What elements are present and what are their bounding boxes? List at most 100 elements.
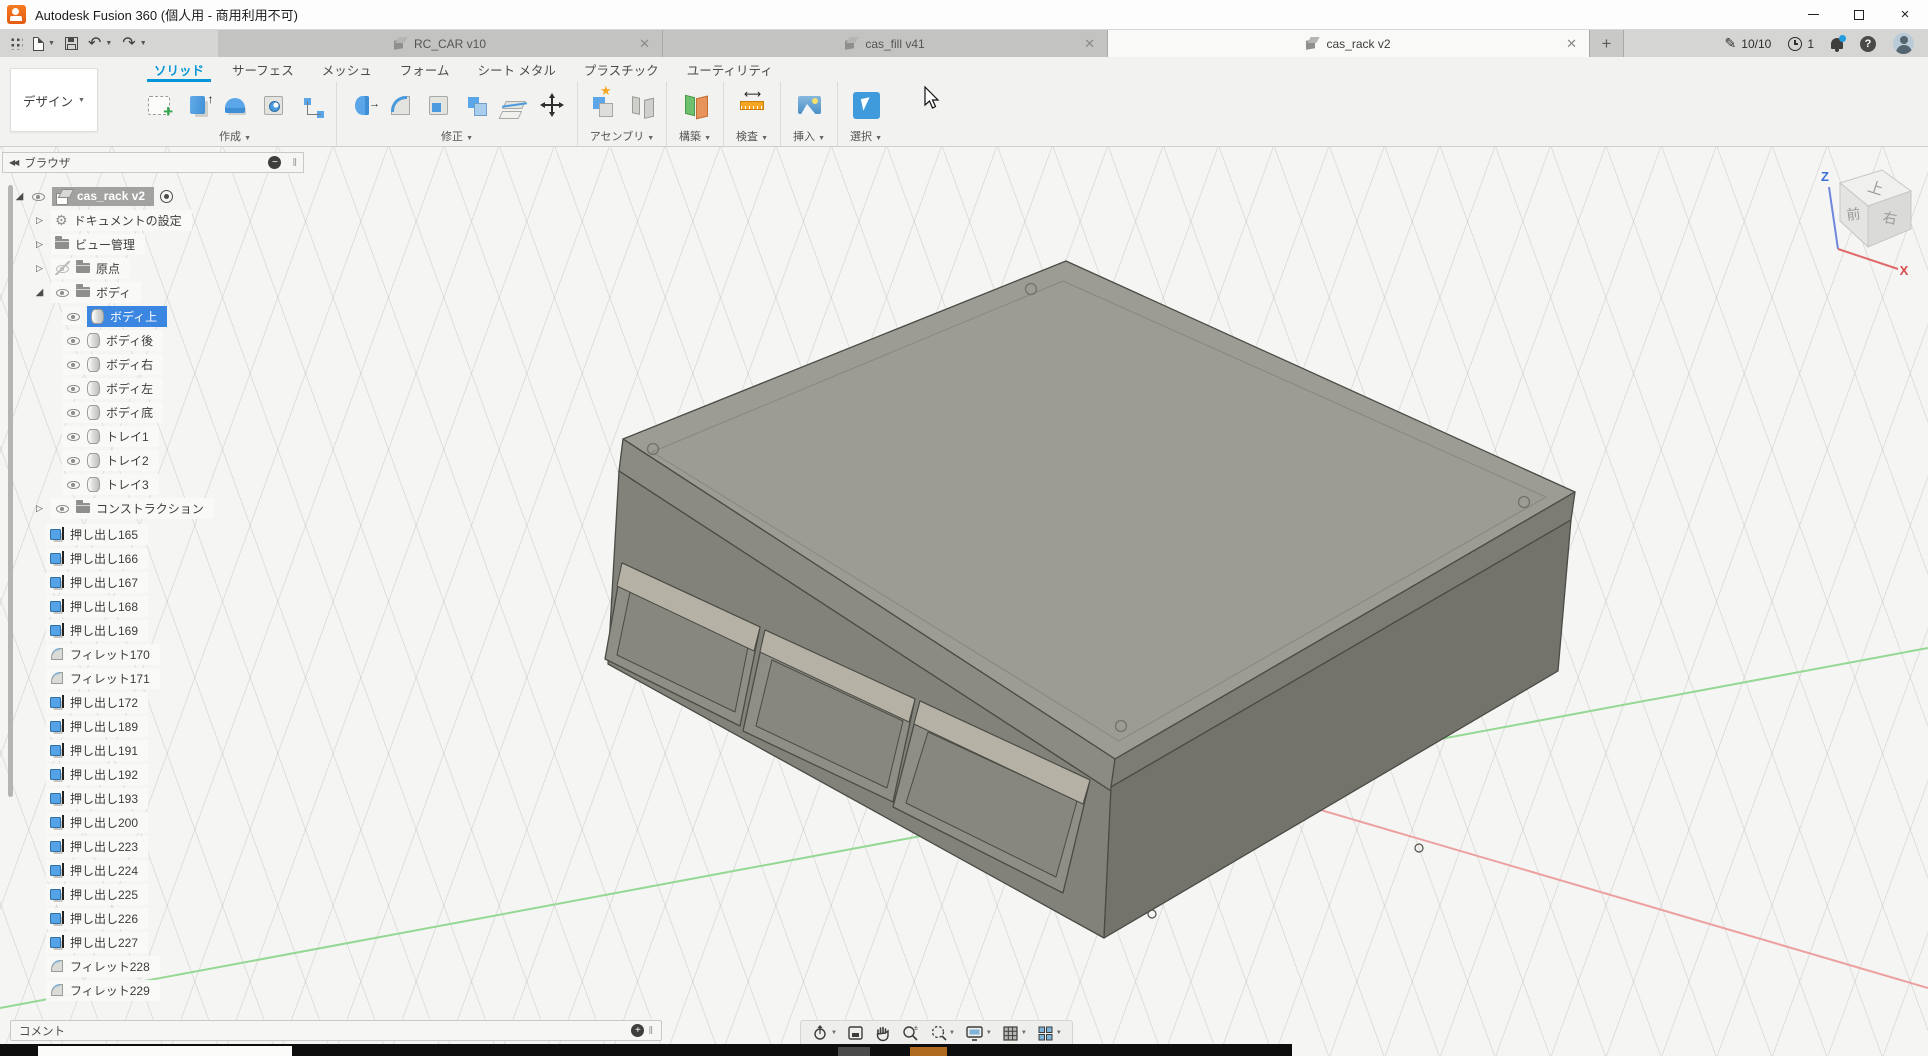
tree-named-views[interactable]: ▷ ビュー管理 (34, 233, 145, 255)
grid-snap-button[interactable]: ▼ (999, 1025, 1030, 1042)
tree-origin[interactable]: ▷ 原点 (34, 257, 130, 279)
panel-grip-handle[interactable]: ‖ (292, 157, 297, 169)
edits-counter[interactable]: ✎ 10/10 (1725, 35, 1772, 52)
undo-icon[interactable]: ↶ (88, 36, 101, 52)
redo-icon[interactable]: ↷ (122, 36, 135, 52)
tab-sheetmetal[interactable]: シート メタル (463, 57, 569, 82)
close-button[interactable]: × (1882, 0, 1928, 29)
browser-scrollbar[interactable] (8, 185, 13, 797)
feature-extrude-191[interactable]: 押し出し191 (46, 739, 148, 761)
expand-icon[interactable]: ▷ (34, 263, 45, 274)
feature-extrude-224[interactable]: 押し出し224 (46, 859, 148, 881)
zoom-window-button[interactable]: ▼ (926, 1024, 958, 1042)
select-button[interactable] (844, 84, 888, 126)
move-button[interactable] (533, 84, 571, 126)
tree-tray-1[interactable]: トレイ1 (62, 425, 159, 447)
new-component-button[interactable] (584, 84, 622, 126)
feature-fillet-228[interactable]: フィレット228 (46, 955, 160, 977)
expand-icon[interactable]: ▷ (34, 503, 45, 514)
tab-mesh[interactable]: メッシュ (308, 57, 386, 82)
select-menu[interactable]: 選択 ▼ (844, 128, 888, 145)
combine-button[interactable] (457, 84, 495, 126)
doc-tab-cas-rack[interactable]: cas_rack v2 ✕ (1108, 30, 1590, 57)
expand-icon[interactable]: ◢ (34, 287, 45, 298)
create-menu[interactable]: 作成 ▼ (140, 128, 330, 145)
inspect-menu[interactable]: 検査 ▼ (730, 128, 774, 145)
browser-panel-header[interactable]: ◀◀ ブラウザ − ‖ (2, 152, 304, 173)
feature-extrude-166[interactable]: 押し出し166 (46, 547, 148, 569)
visibility-eye-off-icon[interactable] (55, 261, 70, 275)
panel-grip-handle[interactable]: ‖ (648, 1025, 653, 1037)
visibility-eye-icon[interactable] (31, 189, 46, 203)
insert-canvas-button[interactable] (787, 84, 831, 126)
notifications-icon[interactable] (1831, 38, 1843, 49)
user-avatar[interactable] (1893, 33, 1914, 54)
tree-root-cas-rack[interactable]: ◢ cas_rack v2 (14, 185, 173, 207)
viewcube[interactable]: 上 前 右 Z X (1798, 157, 1928, 277)
feature-extrude-168[interactable]: 押し出し168 (46, 595, 148, 617)
collapse-panel-icon[interactable]: ◀◀ (9, 158, 17, 167)
tab-form[interactable]: フォーム (386, 57, 464, 82)
orbit-button[interactable]: ▼ (808, 1024, 840, 1042)
extrude-button[interactable] (178, 84, 216, 126)
tree-body-right[interactable]: ボディ右 (62, 353, 163, 375)
feature-extrude-169[interactable]: 押し出し169 (46, 619, 148, 641)
workspace-selector[interactable]: デザイン▼ (10, 68, 98, 132)
maximize-button[interactable] (1836, 0, 1882, 29)
close-tab-icon[interactable]: ✕ (639, 36, 650, 52)
tree-tray-3[interactable]: トレイ3 (62, 473, 159, 495)
visibility-eye-icon[interactable] (66, 357, 81, 371)
zoom-button[interactable]: ± (898, 1024, 922, 1042)
model-canvas[interactable] (0, 147, 1928, 1056)
construct-menu[interactable]: 構築 ▼ (673, 128, 717, 145)
assemble-menu[interactable]: アセンブリ ▼ (584, 128, 660, 145)
create-sketch-button[interactable] (140, 84, 178, 126)
help-icon[interactable]: ? (1860, 36, 1876, 52)
visibility-eye-icon[interactable] (66, 309, 81, 323)
close-tab-icon[interactable]: ✕ (1566, 36, 1577, 52)
close-tab-icon[interactable]: ✕ (1084, 36, 1095, 52)
tree-body-bottom[interactable]: ボディ底 (62, 401, 163, 423)
tree-document-settings[interactable]: ▷ ⚙ドキュメントの設定 (34, 209, 192, 231)
visibility-eye-icon[interactable] (55, 285, 70, 299)
drawer-cabinet-model[interactable] (605, 261, 1575, 938)
tree-tray-2[interactable]: トレイ2 (62, 449, 159, 471)
add-comment-button[interactable]: + (631, 1024, 644, 1037)
expand-icon[interactable]: ▷ (34, 215, 45, 226)
measure-button[interactable] (730, 84, 774, 126)
feature-extrude-167[interactable]: 押し出し167 (46, 571, 148, 593)
feature-extrude-189[interactable]: 押し出し189 (46, 715, 148, 737)
app-grid-icon[interactable] (10, 37, 23, 50)
expand-icon[interactable]: ◢ (14, 191, 25, 202)
visibility-eye-icon[interactable] (55, 501, 70, 515)
display-settings-button[interactable]: ▼ (962, 1025, 995, 1042)
hole-button[interactable] (254, 84, 292, 126)
tab-solid[interactable]: ソリッド (140, 57, 218, 82)
visibility-eye-icon[interactable] (66, 381, 81, 395)
activate-component-icon[interactable] (160, 190, 173, 203)
doc-tab-rc-car[interactable]: RC_CAR v10 ✕ (218, 30, 663, 57)
visibility-eye-icon[interactable] (66, 333, 81, 347)
expand-icon[interactable]: ▷ (34, 239, 45, 250)
revolve-button[interactable] (216, 84, 254, 126)
tree-construction-folder[interactable]: ▷ コンストラクション (34, 497, 214, 519)
split-body-button[interactable] (495, 84, 533, 126)
press-pull-button[interactable] (343, 84, 381, 126)
pan-button[interactable] (871, 1025, 894, 1042)
tree-body-left[interactable]: ボディ左 (62, 377, 163, 399)
feature-extrude-193[interactable]: 押し出し193 (46, 787, 148, 809)
visibility-eye-icon[interactable] (66, 405, 81, 419)
viewports-button[interactable]: ▼ (1034, 1025, 1065, 1042)
feature-extrude-172[interactable]: 押し出し172 (46, 691, 148, 713)
tree-bodies-folder[interactable]: ◢ ボディ (34, 281, 141, 303)
feature-fillet-229[interactable]: フィレット229 (46, 979, 160, 1001)
tab-surface[interactable]: サーフェス (218, 57, 308, 82)
panel-collapse-button[interactable]: − (268, 156, 281, 169)
save-icon[interactable] (65, 37, 78, 50)
new-tab-button[interactable]: + (1590, 30, 1624, 57)
feature-fillet-171[interactable]: フィレット171 (46, 667, 160, 689)
tab-utility[interactable]: ユーティリティ (673, 57, 787, 82)
feature-extrude-192[interactable]: 押し出し192 (46, 763, 148, 785)
feature-fillet-170[interactable]: フィレット170 (46, 643, 160, 665)
tab-plastic[interactable]: プラスチック (570, 57, 673, 82)
